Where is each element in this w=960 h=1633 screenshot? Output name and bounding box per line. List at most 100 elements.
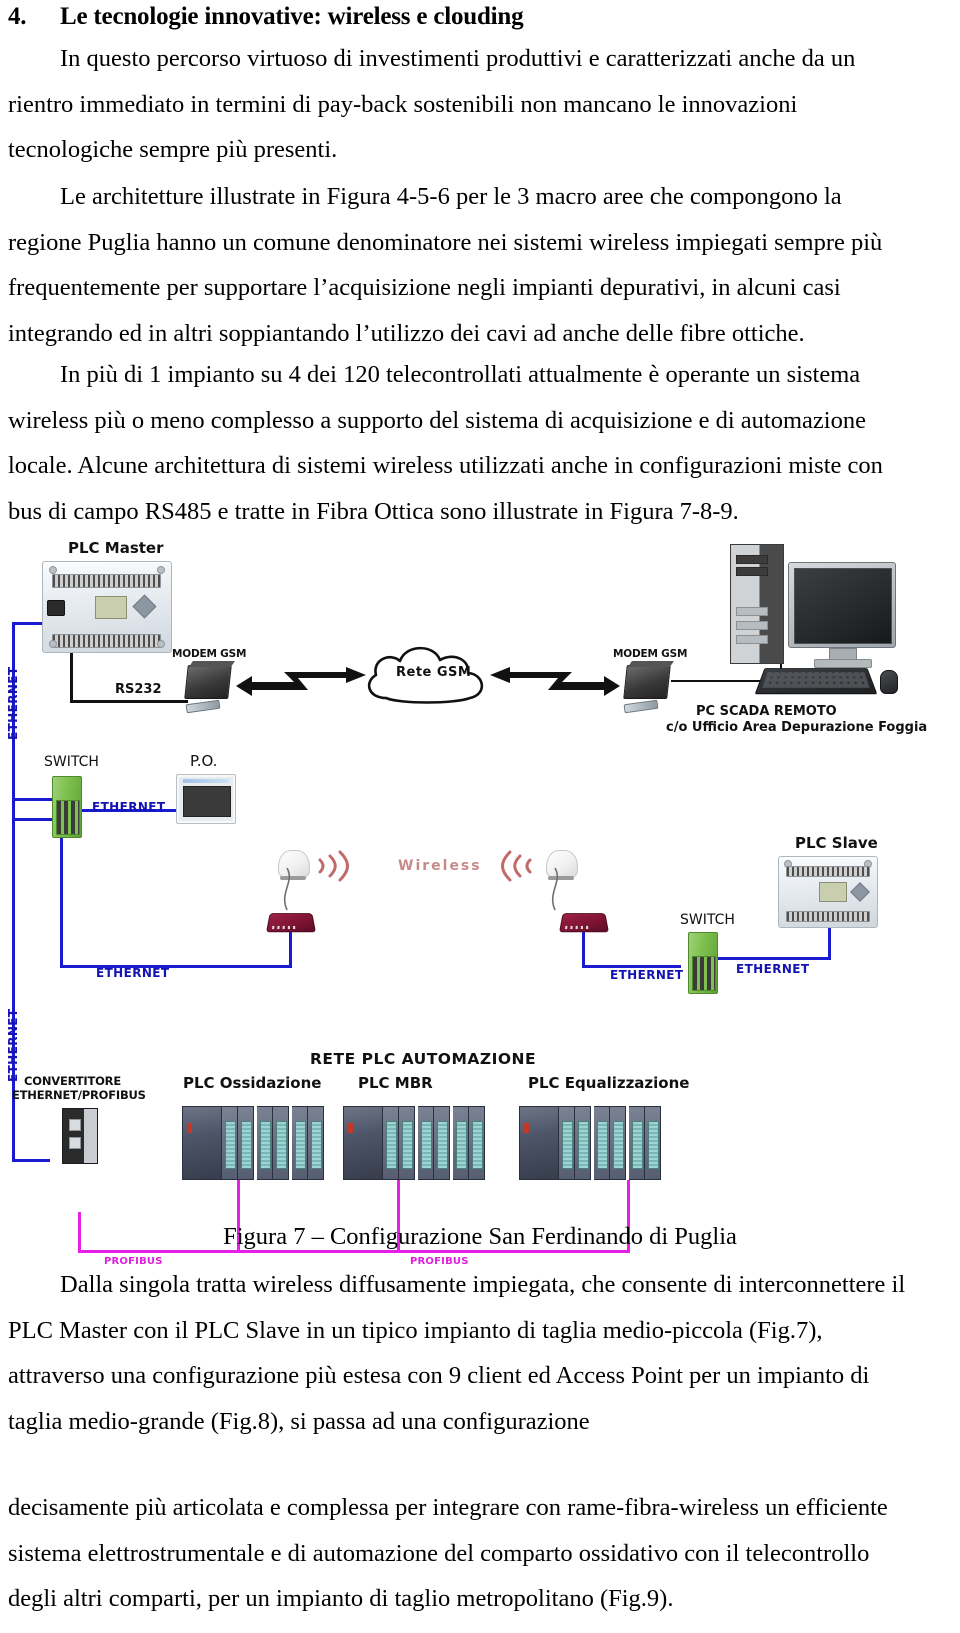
rete-plc-automazione-label: RETE PLC AUTOMAZIONE [310,1050,537,1068]
plc-cpu-module [343,1106,383,1180]
paragraph-3-text: In più di 1 impianto su 4 dei 120 teleco… [8,361,883,525]
access-point-right [559,913,609,933]
converter-label-line2: ETHERNET/PROFIBUS [12,1088,146,1102]
pc-drive-bay [736,607,768,616]
figure-caption: Figura 7 – Configurazione San Ferdinando… [223,1223,737,1250]
switch-right-label: SWITCH [680,912,735,928]
pc-drive-bay [736,635,768,644]
wireless-waves-left-icon [318,850,349,882]
ethernet-label-po: ETHERNET [92,800,166,814]
wireless-label: Wireless [398,858,482,874]
converter-label-line1: CONVERTITORE [24,1074,121,1088]
plc-master-label: PLC Master [68,539,164,557]
ethernet-to-switch-left-b [12,818,57,821]
plc-io-module [469,1106,485,1180]
ethernet-label-bottom-left: ETHERNET [96,966,170,980]
screw-icon [49,640,57,648]
po-label: P.O. [190,752,218,770]
plc-io-module [645,1106,661,1180]
gsm-link-arrow-right [490,667,620,696]
plc-cpu-module [519,1106,559,1180]
ethernet-switch-to-ap-horizontal [60,965,292,968]
paragraph-1-text: In questo percorso virtuoso di investime… [8,45,856,163]
plc-io-module [292,1106,308,1180]
plc-io-module [222,1106,238,1180]
rete-gsm-label: Rete GSM [396,665,472,680]
monitor-foot [814,659,872,668]
plc-ethernet-port [47,600,65,616]
converter-port [69,1137,81,1149]
gsm-link-arrow-left [236,667,366,696]
switch-port-block [691,955,717,992]
ethernet-ap-right-drop [582,931,585,968]
plc-io-module [629,1106,645,1180]
modem-gsm-left-antenna [185,699,221,714]
ethernet-switch-to-ap-vertical [60,818,63,968]
switch-left-label: SWITCH [44,754,99,770]
pc-monitor [788,562,896,648]
switch-left-device [52,776,82,838]
antenna-cable-right [551,868,559,911]
plc-lcd-screen [95,596,127,619]
plc-equalizzazione-device [519,1106,661,1180]
modem-top-face [188,661,235,667]
switch-port-block [55,799,81,836]
pc-drive-bay [736,621,768,630]
plc-mbr-device [343,1106,485,1180]
pc-drive-bay [736,567,768,576]
plc-terminal-strip-top [785,866,871,878]
plc-io-module [308,1106,324,1180]
plc-navigation-pad [132,594,157,619]
plc-ossidazione-label: PLC Ossidazione [183,1074,322,1092]
modem-gsm-left-device [184,661,235,699]
plc-io-module [453,1106,469,1180]
ethernet-label-switch-right: ETHERNET [736,962,810,976]
plc-slave-label: PLC Slave [795,834,878,852]
page-title-number: 4. [8,3,27,30]
paragraph-5: decisamente più articolata e complessa p… [8,1485,920,1622]
po-panel-header-bar [182,779,230,784]
paragraph-4: Dalla singola tratta wireless diffusamen… [8,1262,920,1444]
plc-ossidazione-device [182,1106,324,1180]
plc-terminal-strip-bottom [785,911,871,923]
network-diagram-figure-7: PLC Master ETHERNET ETHERNET RS232 MODEM… [0,522,927,1267]
ethernet-to-switch-left-a [12,798,57,801]
converter-port [69,1119,81,1131]
document-page: 4. Le tecnologie innovative: wireless e c… [0,0,960,1633]
modem-gsm-right-device [623,661,674,699]
page-title-text: Le tecnologie innovative: wireless e clo… [60,3,524,30]
po-operator-panel [176,774,236,824]
plc-master-device [42,561,172,653]
ethernet-to-converter [12,1159,50,1162]
modem-gsm-right-label: MODEM GSM [613,648,688,660]
mouse [880,670,898,694]
modem-gsm-right-antenna [623,699,659,714]
wireless-waves-right-icon [501,850,532,882]
plc-cpu-module [182,1106,222,1180]
plc-terminal-strip-bottom [51,634,162,648]
plc-navigation-pad [850,882,870,902]
ethernet-label-vertical-bottom: ETHERNET [6,1008,20,1083]
paragraph-2: Le architetture illustrate in Figura 4-5… [8,174,920,356]
ethernet-profibus-converter [62,1108,98,1164]
plc-terminal-strip-top [51,574,162,588]
ethernet-switch-right-to-plc-slave [716,957,831,960]
rs232-horizontal [70,700,188,703]
rs232-vertical [70,650,73,702]
modem-top-face [627,661,674,667]
po-panel-screen [182,785,232,818]
plc-io-module [594,1106,610,1180]
screw-icon [157,566,165,574]
plc-io-module [257,1106,273,1180]
paragraph-4-text: Dalla singola tratta wireless diffusamen… [8,1271,906,1435]
plc-slave-device [778,856,878,928]
paragraph-5-text: decisamente più articolata e complessa p… [8,1494,888,1612]
page-title: 4. Le tecnologie innovative: wireless e c… [8,2,952,32]
pc-scada-label-line1: PC SCADA REMOTO [696,704,837,719]
plc-io-module [238,1106,254,1180]
ethernet-ap-left-drop [289,931,292,968]
plc-io-module [383,1106,399,1180]
pc-drive-bay [736,555,768,564]
plc-io-module [434,1106,450,1180]
ethernet-label-ap-right: ETHERNET [610,968,684,982]
